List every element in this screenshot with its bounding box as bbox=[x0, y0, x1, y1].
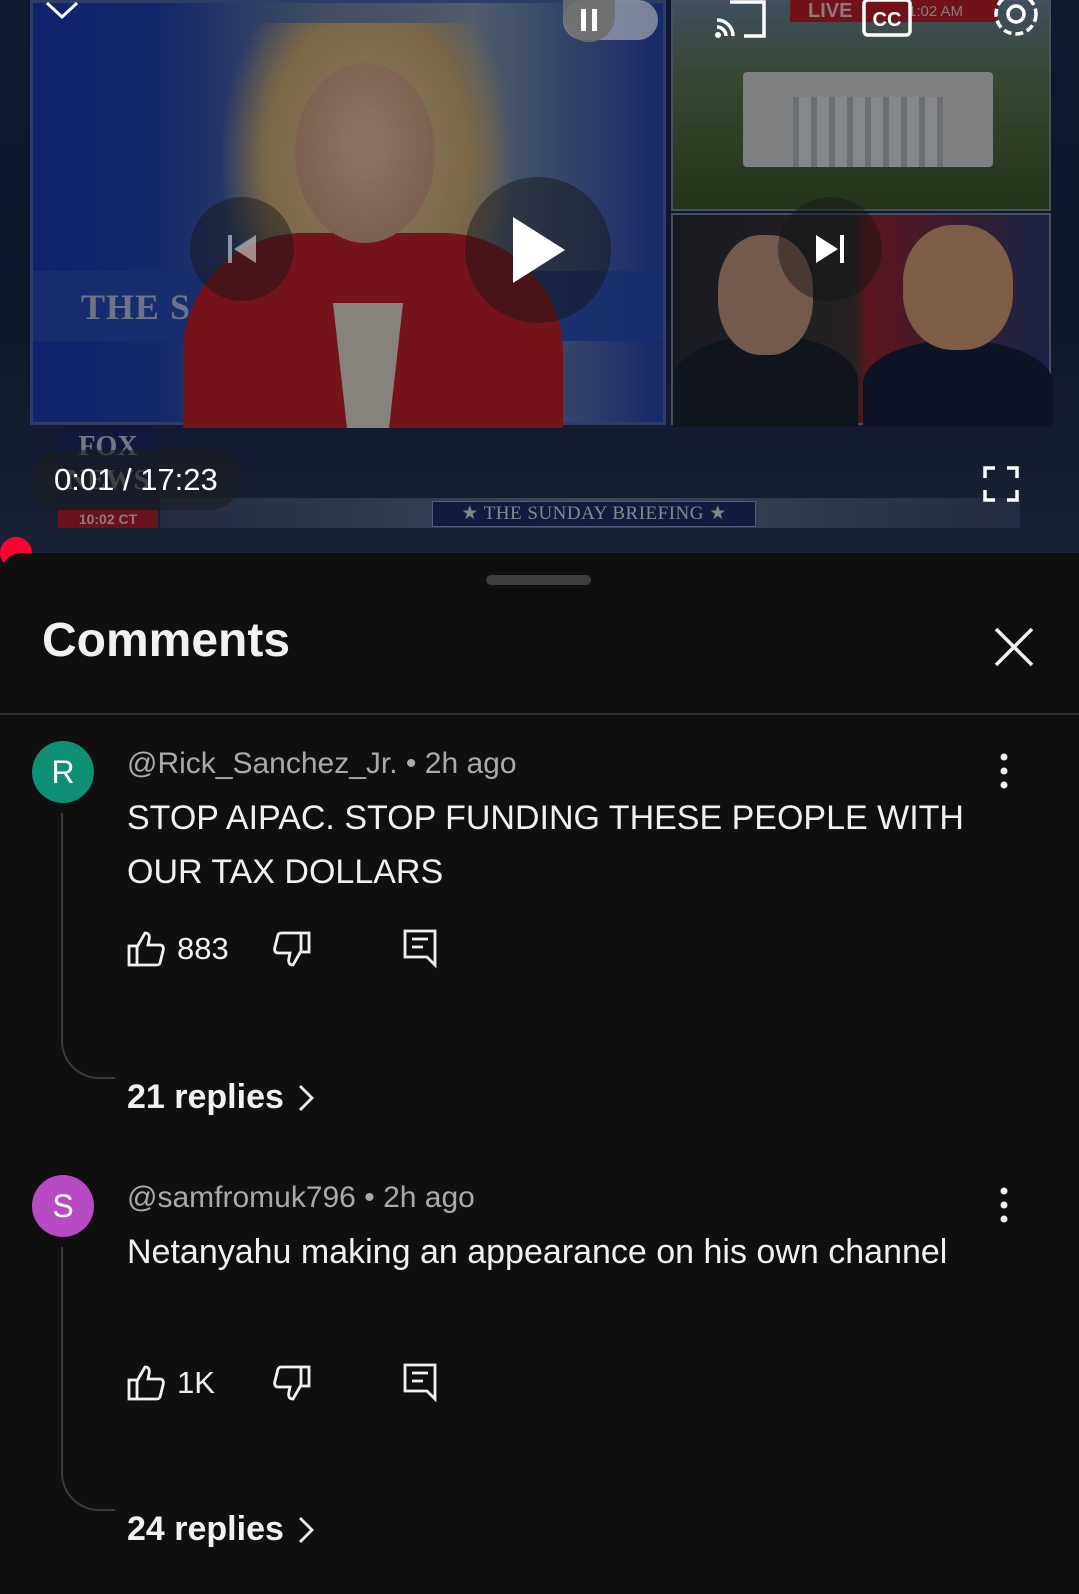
reply-button[interactable] bbox=[403, 927, 437, 971]
avatar[interactable]: R bbox=[32, 741, 94, 803]
close-icon[interactable] bbox=[990, 623, 1038, 671]
previous-icon[interactable] bbox=[190, 197, 294, 301]
divider bbox=[0, 713, 1079, 715]
meta-separator: • bbox=[397, 747, 425, 780]
view-replies-button[interactable]: 21 replies bbox=[127, 1078, 314, 1117]
cc-icon[interactable]: CC bbox=[862, 0, 912, 38]
comment-actions: 883 bbox=[127, 927, 447, 971]
comment-meta: @samfromuk796 • 2h ago bbox=[127, 1181, 475, 1215]
comment-item: R @Rick_Sanchez_Jr. • 2h ago STOP AIPAC.… bbox=[0, 741, 1079, 1121]
chevron-right-icon bbox=[298, 1516, 314, 1543]
more-options-icon[interactable] bbox=[997, 753, 1011, 789]
comments-sheet: Comments R @Rick_Sanchez_Jr. • 2h ago ST… bbox=[0, 553, 1079, 1594]
duration: 17:23 bbox=[140, 462, 218, 497]
time-separator: / bbox=[114, 462, 141, 497]
thread-line bbox=[61, 813, 115, 1079]
next-icon[interactable] bbox=[778, 197, 882, 301]
comment-item: S @samfromuk796 • 2h ago Netanyahu makin… bbox=[0, 1175, 1079, 1555]
dislike-button[interactable] bbox=[273, 927, 311, 971]
comment-author[interactable]: @Rick_Sanchez_Jr. bbox=[127, 747, 398, 780]
current-time: 0:01 bbox=[54, 462, 115, 497]
chevron-right-icon bbox=[298, 1084, 314, 1111]
like-count: 883 bbox=[177, 931, 229, 966]
comment-meta: @Rick_Sanchez_Jr. • 2h ago bbox=[127, 747, 517, 781]
play-icon[interactable] bbox=[465, 177, 611, 323]
comment-time: 2h ago bbox=[424, 747, 517, 780]
comments-title: Comments bbox=[42, 614, 291, 667]
comment-text: Netanyahu making an appearance on his ow… bbox=[127, 1233, 948, 1271]
replies-label: 21 replies bbox=[127, 1078, 284, 1116]
cc-label: CC bbox=[873, 9, 902, 31]
like-button[interactable]: 1K bbox=[127, 1361, 215, 1405]
fullscreen-icon[interactable] bbox=[983, 466, 1019, 502]
comment-actions: 1K bbox=[127, 1361, 447, 1405]
drag-handle[interactable] bbox=[486, 575, 591, 585]
comment-text: STOP AIPAC. STOP FUNDING THESE PEOPLE WI… bbox=[127, 799, 964, 891]
replies-label: 24 replies bbox=[127, 1510, 284, 1548]
like-button[interactable]: 883 bbox=[127, 927, 229, 971]
reply-button[interactable] bbox=[403, 1361, 437, 1405]
comment-time: 2h ago bbox=[383, 1181, 475, 1214]
view-replies-button[interactable]: 24 replies bbox=[127, 1510, 314, 1549]
chevron-down-icon[interactable] bbox=[44, 0, 80, 22]
avatar[interactable]: S bbox=[32, 1175, 94, 1237]
meta-separator: • bbox=[355, 1181, 384, 1214]
like-count: 1K bbox=[177, 1365, 215, 1400]
settings-icon[interactable] bbox=[988, 0, 1044, 44]
cast-icon[interactable] bbox=[714, 0, 770, 40]
video-player[interactable]: THE S ★ THE SUNDAY BRIEFING ★ FOX NEWS 1… bbox=[0, 0, 1079, 553]
more-options-icon[interactable] bbox=[997, 1187, 1011, 1223]
dislike-button[interactable] bbox=[273, 1361, 311, 1405]
comment-author[interactable]: @samfromuk796 bbox=[127, 1181, 356, 1214]
time-display: 0:01 / 17:23 bbox=[32, 450, 240, 510]
thread-line bbox=[61, 1247, 115, 1511]
